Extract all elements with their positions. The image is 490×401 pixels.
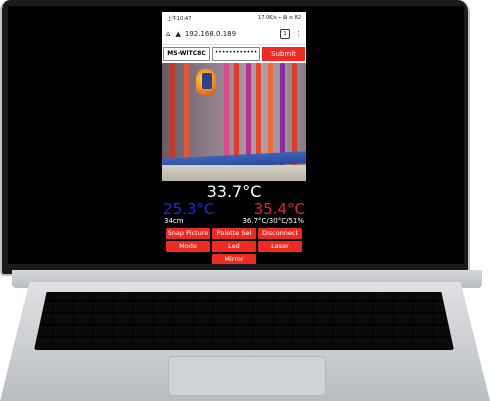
- palette-select-button[interactable]: Palette Sel: [212, 228, 256, 239]
- wifi-form: MS-WITC8C •••••••••••• Submit: [162, 45, 306, 63]
- status-time: 上午10:47: [167, 15, 192, 22]
- keyboard: [34, 292, 454, 350]
- touchpad: [168, 356, 326, 396]
- status-indicators: 17.0K/s ⌁ ⚅ ≋ 82: [258, 15, 301, 21]
- info-row: 34cm 36.7°C/30°C/51%: [162, 217, 306, 226]
- ssid-field[interactable]: MS-WITC8C: [163, 47, 210, 61]
- laser-button[interactable]: Laser: [258, 241, 302, 252]
- led-button[interactable]: Led: [212, 241, 256, 252]
- distance-reading: 34cm: [164, 217, 184, 225]
- environment-reading: 36.7°C/30°C/51%: [242, 217, 304, 225]
- home-icon[interactable]: ⌂: [166, 30, 170, 38]
- snap-picture-button[interactable]: Snap Picture: [166, 228, 210, 239]
- control-buttons: Snap Picture Palette Sel Disconnect Mode…: [162, 226, 306, 264]
- mode-button[interactable]: Mode: [166, 241, 210, 252]
- browser-address-bar: ⌂ ▲ 192.168.0.189 1 ⋮: [162, 24, 306, 45]
- tabs-icon[interactable]: 1: [280, 29, 290, 39]
- center-temperature: 33.7°C: [206, 182, 262, 201]
- disconnect-button[interactable]: Disconnect: [258, 228, 302, 239]
- thermal-image: [162, 63, 306, 181]
- warning-icon: ▲: [175, 30, 181, 38]
- mirror-button[interactable]: Mirror: [212, 254, 256, 264]
- url-text: 192.168.0.189: [184, 30, 237, 38]
- min-temperature: 25.3°C: [163, 200, 215, 218]
- submit-button[interactable]: Submit: [262, 47, 305, 61]
- more-menu-icon[interactable]: ⋮: [295, 30, 302, 38]
- floor: [162, 165, 306, 181]
- max-temperature: 35.4°C: [253, 200, 305, 218]
- password-field[interactable]: ••••••••••••: [212, 47, 260, 61]
- min-max-row: 25.3°C 35.4°C: [162, 201, 306, 217]
- status-bar: 上午10:47 17.0K/s ⌁ ⚅ ≋ 82: [162, 12, 306, 24]
- phone-screen: 上午10:47 17.0K/s ⌁ ⚅ ≋ 82 ⌂ ▲ 192.168.0.1…: [162, 12, 306, 264]
- url-field[interactable]: ▲ 192.168.0.189: [175, 30, 275, 38]
- handheld-device: [202, 73, 212, 89]
